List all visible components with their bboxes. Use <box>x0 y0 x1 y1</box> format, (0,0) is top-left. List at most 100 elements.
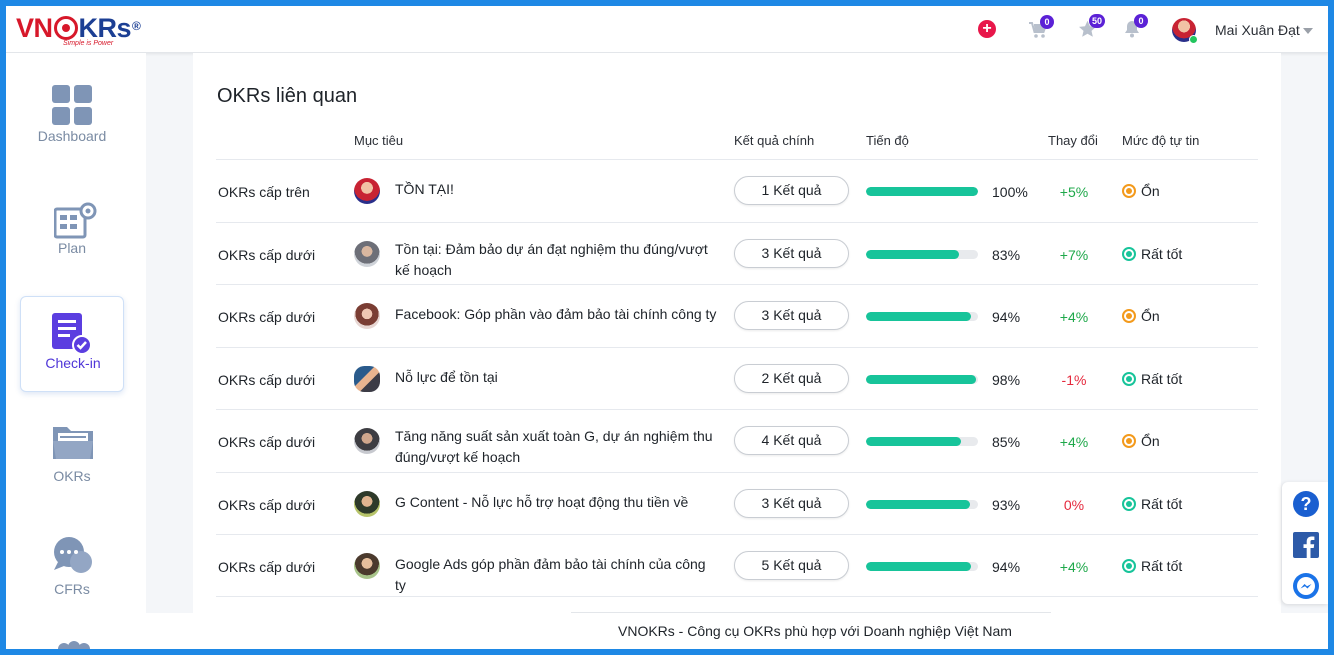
dashboard-icon <box>52 85 92 130</box>
sidebar-item-cfrs[interactable]: CFRs <box>20 506 124 602</box>
help-icon[interactable]: ? <box>1292 490 1320 523</box>
logo-tagline: Simple is Power <box>63 40 114 47</box>
sidebar-item-check-in[interactable]: Check-in <box>20 296 124 392</box>
confidence-label: Ổn <box>1141 183 1160 199</box>
confidence-label: Rất tốt <box>1141 370 1183 387</box>
plan-icon <box>53 199 100 246</box>
table-row[interactable]: OKRs cấp dưới G Content - Nỗ lực hỗ trợ … <box>216 471 1258 535</box>
bell-icon[interactable]: 0 <box>1124 14 1148 43</box>
confidence-status: Ổn <box>1122 433 1160 449</box>
cart-icon[interactable]: 0 <box>1028 15 1054 44</box>
objective-title[interactable]: Google Ads góp phần đảm bảo tài chính củ… <box>395 554 720 596</box>
add-button[interactable]: + <box>978 20 996 38</box>
star-icon[interactable]: 50 <box>1078 14 1106 43</box>
column-header-change: Thay đổi <box>1048 133 1098 148</box>
change-value: +4% <box>1059 309 1089 325</box>
key-results-button[interactable]: 3 Kết quả <box>734 238 849 268</box>
page-title: OKRs liên quan <box>217 85 358 107</box>
okr-level: OKRs cấp dưới <box>218 246 316 263</box>
top-bar: VN KRs ® Simple is Power + 0 50 0 Mai Xuân… <box>6 6 1328 53</box>
table-row[interactable]: OKRs cấp dưới Nỗ lực để tồn tại 2 Kết qu… <box>216 346 1258 410</box>
confidence-status: Rất tốt <box>1122 371 1182 387</box>
sidebar: Dashboard Plan Check-in OKRs CFRs <box>6 53 146 649</box>
table-row[interactable]: OKRs cấp dưới Google Ads góp phần đảm bả… <box>216 534 1258 597</box>
confidence-label: Ổn <box>1141 308 1160 324</box>
objective-title[interactable]: TỒN TẠI! <box>395 179 720 200</box>
progress-bar-fill <box>866 187 978 196</box>
progress-percent: 100% <box>992 184 1028 200</box>
table-row[interactable]: OKRs cấp trên TỒN TẠI! 1 Kết quả 100% +5… <box>216 159 1258 222</box>
footer-text: VNOKRs - Công cụ OKRs phù hợp với Doanh … <box>618 623 1012 639</box>
table-row[interactable]: OKRs cấp dưới Facebook: Góp phần vào đảm… <box>216 284 1258 347</box>
sidebar-item-label: Plan <box>57 240 87 256</box>
logo-text-krs: KRs <box>78 13 132 43</box>
svg-text:?: ? <box>1301 494 1312 514</box>
progress-bar-fill <box>866 437 962 446</box>
confidence-dot-icon <box>1122 309 1136 323</box>
progress-bar-fill <box>866 312 972 321</box>
okrs-table: OKRs cấp trên TỒN TẠI! 1 Kết quả 100% +5… <box>216 159 1258 597</box>
key-results-button[interactable]: 4 Kết quả <box>734 426 849 455</box>
chevron-down-icon[interactable] <box>1303 28 1313 34</box>
confidence-status: Rất tốt <box>1122 558 1182 574</box>
sidebar-item-label: OKRs <box>53 468 91 484</box>
sidebar-item-dashboard[interactable]: Dashboard <box>20 53 124 149</box>
key-results-button[interactable]: 5 Kết quả <box>734 551 849 580</box>
user-name[interactable]: Mai Xuân Đạt <box>1215 22 1300 38</box>
vnokrs-logo[interactable]: VN KRs ® Simple is Power <box>16 12 141 48</box>
progress-bar <box>866 249 978 259</box>
confidence-status: Ổn <box>1122 183 1160 199</box>
sidebar-item-plan[interactable]: Plan <box>20 165 124 261</box>
confidence-dot-icon <box>1122 246 1136 261</box>
objective-title[interactable]: Nỗ lực để tồn tại <box>395 367 720 388</box>
avatar <box>354 365 380 392</box>
progress-bar-fill <box>866 499 971 509</box>
group-icon[interactable] <box>54 640 94 649</box>
column-header-confidence: Mức độ tự tin <box>1122 133 1200 148</box>
objective-title[interactable]: Facebook: Góp phần vào đảm bảo tài chính… <box>395 304 720 325</box>
floating-support-panel: ? <box>1282 482 1328 604</box>
okr-level: OKRs cấp dưới <box>218 309 316 325</box>
change-value: 0% <box>1063 496 1085 513</box>
table-row[interactable]: OKRs cấp dưới Tồn tại: Đảm bảo dự án đạt… <box>216 221 1258 285</box>
progress-bar <box>866 499 978 509</box>
change-value: +4% <box>1059 559 1089 575</box>
key-results-button[interactable]: 3 Kết quả <box>734 488 849 518</box>
key-results-button[interactable]: 3 Kết quả <box>734 301 849 330</box>
avatar <box>354 553 380 579</box>
facebook-icon[interactable] <box>1293 532 1319 563</box>
objective-title[interactable]: Tồn tại: Đảm bảo dự án đạt nghiệm thu đú… <box>395 239 720 281</box>
confidence-dot-icon <box>1122 496 1136 511</box>
avatar <box>354 240 380 267</box>
confidence-dot-icon <box>1122 434 1136 448</box>
key-results-button[interactable]: 2 Kết quả <box>734 363 849 393</box>
column-header-key-results: Kết quả chính <box>734 133 815 148</box>
progress-percent: 83% <box>992 246 1021 263</box>
related-okrs-card: OKRs liên quan Mục tiêu Kết quả chính Ti… <box>193 53 1281 613</box>
progress-percent: 94% <box>992 309 1021 325</box>
sidebar-item-okrs[interactable]: OKRs <box>20 393 124 489</box>
confidence-status: Rất tốt <box>1122 246 1182 262</box>
online-status-dot <box>1189 35 1198 44</box>
progress-percent: 93% <box>992 496 1021 513</box>
progress-percent: 94% <box>992 559 1021 575</box>
progress-percent: 85% <box>992 434 1021 450</box>
objective-title[interactable]: Tăng năng suất sản xuất toàn G, dự án ng… <box>395 426 720 468</box>
messenger-icon[interactable] <box>1292 572 1320 605</box>
key-results-button[interactable]: 1 Kết quả <box>734 176 849 205</box>
footer: VNOKRs - Công cụ OKRs phù hợp với Doanh … <box>146 613 1328 649</box>
table-row[interactable]: OKRs cấp dưới Tăng năng suất sản xuất to… <box>216 409 1258 472</box>
sidebar-item-label: Dashboard <box>37 128 107 144</box>
chat-icon <box>52 536 94 581</box>
confidence-label: Rất tốt <box>1141 495 1183 512</box>
progress-percent: 98% <box>992 371 1021 388</box>
progress-bar <box>866 312 978 321</box>
avatar <box>354 490 380 517</box>
sidebar-item-label: Check-in <box>45 355 101 371</box>
footer-divider <box>571 612 1051 613</box>
cart-badge: 0 <box>1040 15 1054 29</box>
objective-title[interactable]: G Content - Nỗ lực hỗ trợ hoạt động thu … <box>395 492 720 513</box>
progress-bar-fill <box>866 562 972 571</box>
sidebar-item-label: CFRs <box>54 581 90 597</box>
confidence-status: Rất tốt <box>1122 496 1182 512</box>
